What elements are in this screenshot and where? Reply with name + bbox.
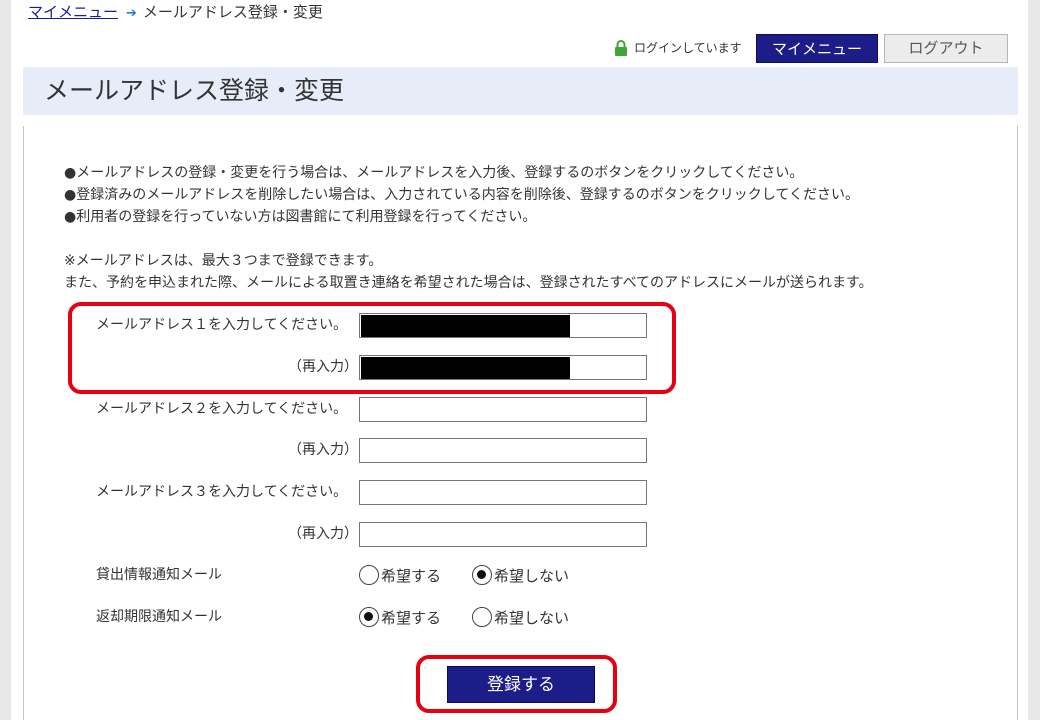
lock-icon (614, 39, 628, 56)
radio-checked-icon (359, 607, 379, 627)
email2-confirm-label: （再入力） (288, 442, 358, 458)
email2-confirm-input[interactable] (359, 438, 647, 463)
breadcrumb: マイメニュー ➔ メールアドレス登録・変更 (28, 2, 323, 24)
radio-label: 希望する (381, 608, 442, 627)
lending-notice-label: 貸出情報通知メール (96, 567, 222, 583)
return-due-notice-label: 返却期限通知メール (96, 609, 222, 625)
return-due-notice-yes-radio[interactable]: 希望する (359, 604, 441, 630)
email3-confirm-label: （再入力） (288, 526, 358, 542)
note-line: ※メールアドレスは、最大３つまで登録できます。 (64, 253, 383, 269)
highlight-register-box (416, 655, 617, 713)
login-status-text: ログインしています (634, 41, 742, 55)
breadcrumb-arrow-icon: ➔ (126, 6, 137, 21)
radio-unchecked-icon (359, 565, 379, 585)
radio-label: 希望しない (494, 566, 570, 585)
radio-checked-icon (472, 565, 492, 585)
right-edge (1028, 0, 1040, 720)
email3-input[interactable] (359, 480, 647, 505)
radio-label: 希望しない (494, 608, 570, 627)
email3-label: メールアドレス３を入力してください。 (96, 484, 348, 500)
breadcrumb-current: メールアドレス登録・変更 (142, 3, 323, 21)
note: ※メールアドレスは、最大３つまで登録できます。 また、予約を申込まれた際、メール… (64, 250, 873, 294)
email2-input[interactable] (359, 397, 647, 422)
email3-confirm-input[interactable] (359, 522, 647, 547)
instruction-line: ●メールアドレスの登録・変更を行う場合は、メールアドレスを入力後、登録するのボタ… (64, 165, 804, 181)
note-line: また、予約を申込まれた際、メールによる取置き連絡を希望された場合は、登録されたす… (64, 275, 873, 291)
lending-notice-yes-radio[interactable]: 希望する (359, 562, 441, 588)
left-edge (0, 0, 11, 720)
instruction-line: ●登録済みのメールアドレスを削除したい場合は、入力されている内容を削除後、登録す… (64, 187, 859, 203)
highlight-email1-box (68, 302, 676, 394)
login-status: ログインしています (614, 38, 742, 58)
lending-notice-no-radio[interactable]: 希望しない (472, 562, 569, 588)
radio-label: 希望する (381, 566, 442, 585)
instruction-line: ●利用者の登録を行っていない方は図書館にて利用登録を行ってください。 (64, 209, 537, 225)
mymenu-button[interactable]: マイメニュー (756, 34, 878, 63)
breadcrumb-mymenu-link[interactable]: マイメニュー (28, 3, 118, 21)
page-title-bar: メールアドレス登録・変更 (23, 67, 1018, 115)
logout-button[interactable]: ログアウト (884, 34, 1008, 63)
return-due-notice-no-radio[interactable]: 希望しない (472, 604, 569, 630)
email2-label: メールアドレス２を入力してください。 (96, 401, 348, 417)
instructions: ●メールアドレスの登録・変更を行う場合は、メールアドレスを入力後、登録するのボタ… (64, 162, 859, 228)
page-title: メールアドレス登録・変更 (44, 76, 345, 105)
radio-unchecked-icon (472, 607, 492, 627)
